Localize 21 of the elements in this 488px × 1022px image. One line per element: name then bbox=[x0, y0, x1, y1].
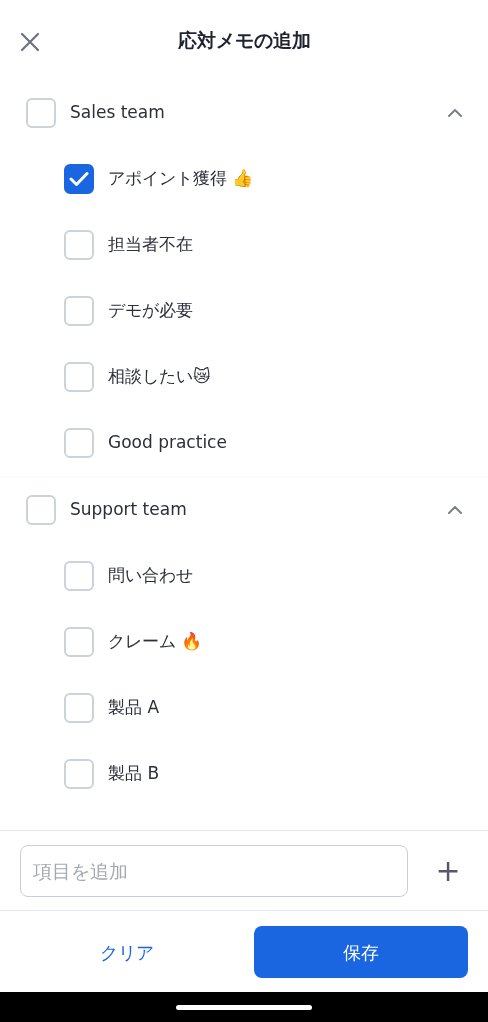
item-label: クレーム 🔥 bbox=[108, 630, 203, 654]
checkbox[interactable] bbox=[64, 164, 94, 194]
check-icon bbox=[69, 171, 89, 187]
item-label: デモが必要 bbox=[108, 299, 193, 323]
item-label: アポイント獲得 👍 bbox=[108, 167, 254, 191]
clear-button[interactable]: クリア bbox=[20, 926, 234, 978]
item-label: 相談したい😿 bbox=[108, 365, 211, 389]
chevron-icon[interactable] bbox=[446, 504, 464, 516]
item-label: 製品 A bbox=[108, 696, 160, 720]
chevron-icon[interactable] bbox=[446, 107, 464, 119]
group-label: Sales team bbox=[70, 101, 165, 125]
save-button[interactable]: 保存 bbox=[254, 926, 468, 978]
item-label: Good practice bbox=[108, 431, 227, 455]
header-title: 応対メモの追加 bbox=[177, 27, 311, 53]
add-button[interactable]: + bbox=[428, 856, 468, 886]
item-label: 担当者不在 bbox=[108, 233, 193, 257]
group-label: Support team bbox=[70, 498, 187, 522]
home-indicator[interactable] bbox=[176, 1004, 312, 1010]
item-label: 問い合わせ bbox=[108, 564, 193, 588]
add-item-field[interactable]: 項目を追加 bbox=[20, 845, 408, 897]
item-label: 製品 B bbox=[108, 762, 160, 786]
